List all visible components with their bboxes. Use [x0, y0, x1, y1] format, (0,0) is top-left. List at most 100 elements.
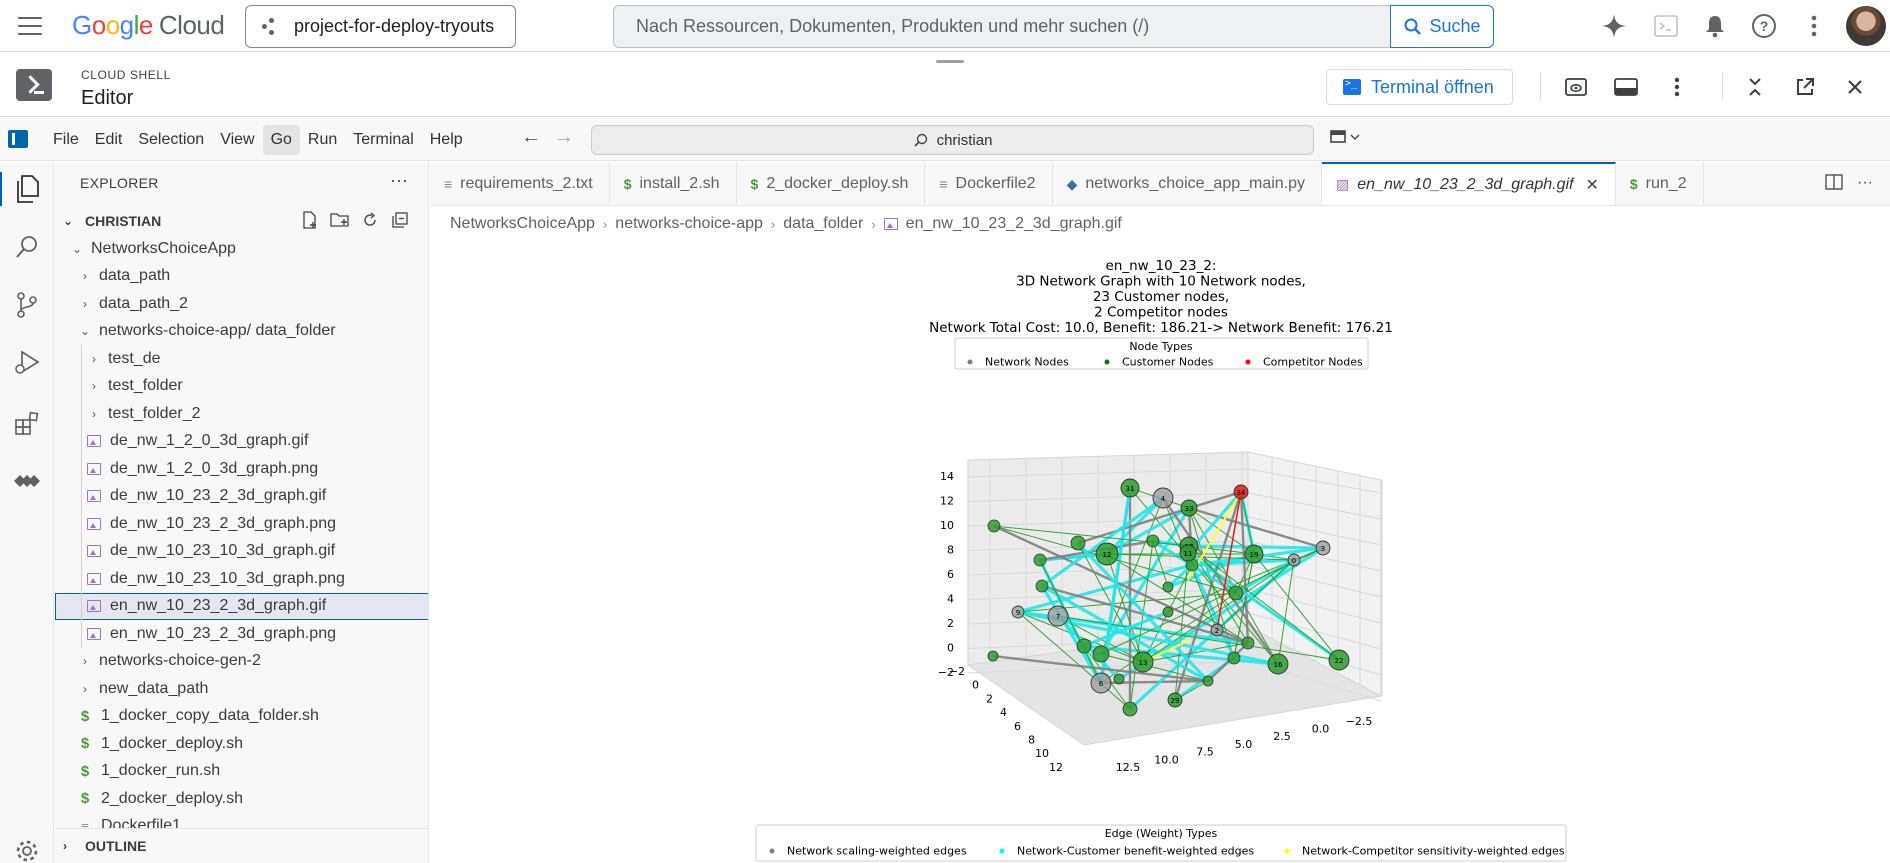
customize-layout-icon[interactable]: [1330, 128, 1362, 151]
google-cloud-logo[interactable]: Google Cloud: [72, 10, 225, 41]
editor-tab[interactable]: $ run_2: [1616, 162, 1704, 205]
new-folder-icon[interactable]: [330, 210, 350, 230]
tree-file[interactable]: en_nw_10_23_2_3d_graph.png: [55, 620, 428, 648]
extensions-icon[interactable]: [10, 406, 44, 440]
activity-bar: [0, 162, 54, 863]
more-vert-icon[interactable]: [1800, 12, 1828, 40]
menu-file[interactable]: File: [45, 125, 87, 155]
layout-panel-icon[interactable]: [1612, 73, 1640, 101]
tree-folder[interactable]: › test_folder_2: [55, 400, 428, 428]
settings-gear-icon[interactable]: [10, 834, 44, 863]
tree-file[interactable]: en_nw_10_23_2_3d_graph.gif: [55, 592, 428, 620]
image-file-icon: [86, 434, 102, 448]
shell-more-icon[interactable]: [1663, 73, 1691, 101]
menu-terminal[interactable]: Terminal: [345, 125, 421, 155]
explorer-more-icon[interactable]: ···: [390, 170, 408, 191]
editor-tab[interactable]: $2_docker_deploy.sh: [737, 162, 926, 205]
graph-node: [987, 650, 999, 662]
menu-view[interactable]: View: [212, 125, 262, 155]
tree-folder[interactable]: ⌄ NetworksChoiceApp: [55, 235, 428, 263]
outline-section-header[interactable]: › OUTLINE: [55, 828, 428, 863]
tree-folder[interactable]: › test_folder: [55, 372, 428, 400]
tree-folder[interactable]: › new_data_path: [55, 675, 428, 703]
graph-node-label: 31: [1126, 485, 1135, 493]
tree-folder[interactable]: › data_path_2: [55, 290, 428, 318]
tree-file[interactable]: $1_docker_deploy.sh: [55, 730, 428, 758]
chevron-right-icon: ›: [92, 379, 96, 394]
divider: [1540, 73, 1541, 101]
tree-file[interactable]: de_nw_10_23_2_3d_graph.png: [55, 510, 428, 538]
search-input[interactable]: [614, 6, 1392, 47]
tab-label: Dockerfile2: [955, 175, 1036, 192]
help-icon[interactable]: ?: [1750, 12, 1778, 40]
account-avatar[interactable]: [1846, 6, 1886, 46]
cloud-shell-icon[interactable]: [1652, 12, 1680, 40]
tree-folder[interactable]: › networks-choice-gen-2: [55, 648, 428, 676]
tree-folder[interactable]: ⌄ networks-choice-app / data_folder: [55, 318, 428, 346]
tree-file[interactable]: $1_docker_run.sh: [55, 758, 428, 786]
tab-more-icon[interactable]: ···: [1857, 174, 1873, 195]
tree-file[interactable]: de_nw_10_23_2_3d_graph.gif: [55, 482, 428, 510]
new-file-icon[interactable]: [300, 210, 320, 230]
split-editor-icon[interactable]: [1825, 174, 1843, 195]
node-legend-title: Node Types: [1129, 340, 1192, 353]
open-terminal-button[interactable]: Terminal öffnen: [1326, 69, 1513, 105]
close-tab-icon[interactable]: ✕: [1585, 175, 1598, 195]
open-new-window-icon[interactable]: [1791, 73, 1819, 101]
run-debug-icon[interactable]: [10, 346, 44, 380]
minimize-icon[interactable]: [1741, 73, 1769, 101]
menu-selection[interactable]: Selection: [130, 125, 212, 155]
tab-label: run_2: [1645, 175, 1687, 192]
file-tree: ⌄ NetworksChoiceApp › data_path › data_path_2…: [55, 235, 428, 840]
explorer-icon[interactable]: [0, 172, 44, 206]
menu-run[interactable]: Run: [300, 125, 345, 155]
resize-handle[interactable]: [936, 60, 964, 63]
image-file-icon: [86, 599, 102, 613]
legend-marker: [967, 359, 973, 365]
z-tick-label: 6: [947, 568, 954, 581]
editor-tab[interactable]: ≡ requirements_2.txt: [430, 162, 610, 205]
web-preview-icon[interactable]: [1562, 73, 1590, 101]
editor-tab[interactable]: ◆ networks_choice_app_main.py: [1053, 162, 1323, 205]
tree-file[interactable]: de_nw_10_23_10_3d_graph.gif: [55, 537, 428, 565]
tree-file[interactable]: de_nw_10_23_10_3d_graph.png: [55, 565, 428, 593]
graph-node: [987, 519, 1001, 533]
project-picker[interactable]: project-for-deploy-tryouts: [245, 5, 516, 48]
close-shell-icon[interactable]: [1841, 73, 1869, 101]
breadcrumb-item[interactable]: NetworksChoiceApp: [450, 215, 595, 233]
command-center[interactable]: christian: [591, 125, 1314, 155]
editor-tab[interactable]: ▨ en_nw_10_23_2_3d_graph.gif ✕: [1322, 162, 1616, 205]
forward-arrow-icon[interactable]: →: [554, 126, 574, 149]
explorer-sidebar: EXPLORER ··· ⌄ CHRISTIAN ⌄ NetworksChoice…: [55, 162, 429, 863]
y-tick-label: 4: [1000, 706, 1007, 719]
breadcrumb-item[interactable]: networks-choice-app: [615, 215, 763, 233]
tree-file[interactable]: $2_docker_deploy.sh: [55, 785, 428, 813]
gemini-icon[interactable]: [1600, 12, 1628, 40]
tree-item-label: data_path_2: [99, 294, 188, 312]
x-tick-label: 10.0: [1154, 753, 1179, 766]
cloud-code-icon[interactable]: [10, 464, 44, 498]
editor-tab[interactable]: ≡ Dockerfile2: [925, 162, 1053, 205]
editor-tab[interactable]: $ install_2.sh: [610, 162, 737, 205]
tree-file[interactable]: $1_docker_copy_data_folder.sh: [55, 703, 428, 731]
menu-help[interactable]: Help: [422, 125, 471, 155]
breadcrumb-item[interactable]: data_folder: [783, 215, 863, 233]
breadcrumb-item[interactable]: en_nw_10_23_2_3d_graph.gif: [906, 215, 1122, 233]
refresh-icon[interactable]: [360, 210, 380, 230]
notifications-bell-icon[interactable]: [1701, 12, 1729, 40]
image-file-icon: ▨: [1336, 176, 1350, 192]
collapse-all-icon[interactable]: [390, 210, 410, 230]
menu-go[interactable]: Go: [262, 125, 300, 155]
source-control-icon[interactable]: [10, 288, 44, 322]
menu-edit[interactable]: Edit: [87, 125, 131, 155]
tree-folder[interactable]: › test_de: [55, 345, 428, 373]
tree-file[interactable]: de_nw_1_2_0_3d_graph.gif: [55, 427, 428, 455]
tree-file[interactable]: de_nw_1_2_0_3d_graph.png: [55, 455, 428, 483]
back-arrow-icon[interactable]: ←: [521, 126, 541, 149]
search-icon[interactable]: [10, 230, 44, 264]
main-menu-icon[interactable]: [14, 14, 46, 38]
search-button[interactable]: Suche: [1390, 5, 1494, 48]
tree-folder[interactable]: › data_path: [55, 263, 428, 291]
terminal-icon: [1343, 78, 1361, 95]
graph-node-label: 12: [1103, 551, 1112, 559]
